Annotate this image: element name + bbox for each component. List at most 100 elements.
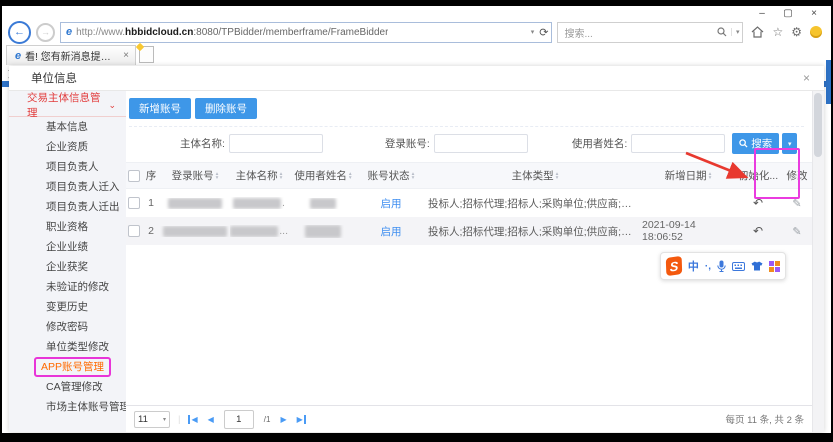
settings-gear-icon[interactable]: ⚙ [791, 26, 802, 38]
search-dropdown-icon[interactable]: ▾ [731, 28, 740, 36]
total-pages-label: /1 [264, 415, 271, 424]
minimize-icon[interactable]: – [751, 7, 773, 20]
maximize-icon[interactable]: ▢ [777, 7, 799, 20]
url-text: http://www.hbbidcloud.cn:8080/TPBidder/m… [76, 27, 388, 38]
sidebar-item-market-entity-account[interactable]: 市场主体账号管理 [9, 397, 126, 417]
size-caret-icon: ▾ [163, 416, 166, 423]
col-account-status[interactable]: 账号状态▴▾ [358, 168, 424, 183]
browser-tab[interactable]: e 看! 您有新消息提醒，请点... × [6, 45, 136, 65]
delete-account-button[interactable]: 删除账号 [195, 98, 257, 119]
record-count-summary: 每页 11 条, 共 2 条 [726, 412, 804, 426]
col-user-name[interactable]: 使用者姓名▴▾ [288, 168, 358, 183]
tab-title: 看! 您有新消息提醒，请点... [25, 48, 117, 63]
user-name-label: 使用者姓名: [572, 136, 627, 151]
browser-window: – ▢ × ← → e http://www.hbbidcloud.cn:808… [2, 6, 831, 433]
refresh-icon[interactable]: ⟳ [539, 26, 548, 39]
sidebar-category[interactable]: 交易主体信息管理 ⌄ [9, 94, 126, 117]
scrollbar-thumb[interactable] [814, 93, 822, 157]
new-tab-button[interactable] [139, 46, 154, 63]
new-tab-spark-icon [136, 43, 144, 51]
col-create-date[interactable]: 新增日期▴▾ [642, 168, 734, 183]
toolbar: 新增账号 删除账号 [129, 98, 804, 127]
sort-icon: ▴▾ [709, 172, 712, 180]
sort-icon: ▴▾ [280, 172, 283, 180]
skin-tshirt-icon[interactable] [751, 261, 763, 271]
edit-pencil-icon[interactable]: ✎ [792, 197, 801, 210]
sidebar-item-pm-transfer-out[interactable]: 项目负责人迁出 [9, 197, 126, 217]
col-entity-type[interactable]: 主体类型▴▾ [424, 168, 642, 183]
user-name-input[interactable] [631, 134, 725, 153]
row-checkbox[interactable] [128, 197, 140, 209]
page-size-select[interactable]: 11 ▾ [134, 411, 170, 428]
sidebar-item-awards[interactable]: 企业获奖 [9, 257, 126, 277]
sidebar-item-basic-info[interactable]: 基本信息 [9, 117, 126, 137]
favorites-star-icon[interactable]: ☆ [772, 26, 783, 38]
toolbox-grid-icon[interactable] [769, 261, 780, 272]
redacted-user-name [305, 225, 341, 238]
back-button[interactable]: ← [8, 21, 31, 44]
sidebar-item-change-password[interactable]: 修改密码 [9, 317, 126, 337]
search-icon[interactable] [717, 27, 727, 37]
sidebar-item-performance[interactable]: 企业业绩 [9, 237, 126, 257]
login-account-input[interactable] [434, 134, 528, 153]
col-edit: 修改 [782, 168, 812, 183]
redaction-suffix: . [282, 197, 285, 209]
first-page-button[interactable]: ◀ [188, 415, 197, 424]
ime-lang-icon[interactable]: 中 [688, 258, 699, 274]
sort-icon: ▴▾ [556, 172, 559, 180]
row-seq: 2 [142, 225, 160, 237]
status-badge: 启用 [358, 224, 424, 239]
next-page-button[interactable]: ▶ [280, 415, 286, 424]
sidebar-item-change-history[interactable]: 变更历史 [9, 297, 126, 317]
initialize-icon[interactable]: ↶ [753, 196, 763, 210]
col-login-account[interactable]: 登录账号▴▾ [160, 168, 230, 183]
sidebar-item-unit-type-change[interactable]: 单位类型修改 [9, 337, 126, 357]
row-seq: 1 [142, 197, 160, 209]
entity-name-input[interactable] [229, 134, 323, 153]
sogou-logo-icon[interactable]: S [666, 256, 682, 276]
window-titlebar: – ▢ × [2, 6, 831, 20]
search-more-button[interactable]: ▾ [782, 133, 797, 154]
forward-button[interactable]: → [36, 23, 55, 42]
dialog-title: 单位信息 [31, 70, 77, 86]
sidebar-item-unverified-changes[interactable]: 未验证的修改 [9, 277, 126, 297]
unit-info-dialog: 单位信息 × 交易主体信息管理 ⌄ 基本信息 企业资质 项目负责人 项目负责人迁… [9, 66, 824, 432]
ime-punctuation-icon[interactable]: ·, [705, 261, 711, 272]
close-icon[interactable]: × [803, 7, 825, 20]
accounts-table: 序 登录账号▴▾ 主体名称▴▾ 使用者姓名▴▾ 账号状态▴▾ 主体类型▴▾ 新增… [126, 162, 812, 245]
col-entity-name[interactable]: 主体名称▴▾ [230, 168, 288, 183]
table-header-row: 序 登录账号▴▾ 主体名称▴▾ 使用者姓名▴▾ 账号状态▴▾ 主体类型▴▾ 新增… [126, 162, 812, 189]
sidebar-item-pm-transfer-in[interactable]: 项目负责人迁入 [9, 177, 126, 197]
edit-pencil-icon[interactable]: ✎ [792, 225, 801, 238]
redaction-suffix: ... [279, 225, 288, 237]
feedback-smiley-icon[interactable] [810, 26, 822, 38]
initialize-icon[interactable]: ↶ [753, 224, 763, 238]
address-dropdown-icon[interactable]: ▾ [531, 28, 535, 36]
search-placeholder: 搜索... [561, 25, 716, 40]
sidebar: 交易主体信息管理 ⌄ 基本信息 企业资质 项目负责人 项目负责人迁入 项目负责人… [9, 91, 126, 432]
page-number-input[interactable] [224, 410, 254, 429]
row-checkbox[interactable] [128, 225, 140, 237]
create-date: 2021-09-14 18:06:52 [642, 219, 734, 243]
entity-type-text: 投标人;招标代理;招标人;采购单位;供应商;采购代理 [428, 196, 642, 211]
home-icon[interactable] [751, 26, 764, 38]
scrollbar[interactable] [812, 91, 824, 432]
sidebar-item-ca-mgmt-change[interactable]: CA管理修改 [9, 377, 126, 397]
pagination-bar: 11 ▾ | ◀ ◀ /1 ▶ ▶ 每页 11 条, 共 2 条 [126, 405, 812, 432]
dialog-close-icon[interactable]: × [803, 71, 810, 85]
browser-search-box[interactable]: 搜索... ▾ [557, 22, 743, 43]
prev-page-button[interactable]: ◀ [208, 415, 214, 424]
add-account-button[interactable]: 新增账号 [129, 98, 191, 119]
sidebar-item-qualification[interactable]: 企业资质 [9, 137, 126, 157]
address-bar[interactable]: e http://www.hbbidcloud.cn:8080/TPBidder… [60, 22, 552, 43]
tab-close-icon[interactable]: × [123, 50, 129, 61]
browser-nav-row: ← → e http://www.hbbidcloud.cn:8080/TPBi… [2, 20, 831, 44]
sidebar-item-app-account-mgmt[interactable]: APP账号管理 [9, 357, 126, 377]
sidebar-item-professional[interactable]: 职业资格 [9, 217, 126, 237]
microphone-icon[interactable] [717, 260, 726, 272]
sidebar-item-project-manager[interactable]: 项目负责人 [9, 157, 126, 177]
search-button[interactable]: 搜索 [732, 133, 779, 154]
last-page-button[interactable]: ▶ [297, 415, 306, 424]
select-all-checkbox[interactable] [128, 170, 140, 182]
keyboard-icon[interactable] [732, 262, 745, 271]
